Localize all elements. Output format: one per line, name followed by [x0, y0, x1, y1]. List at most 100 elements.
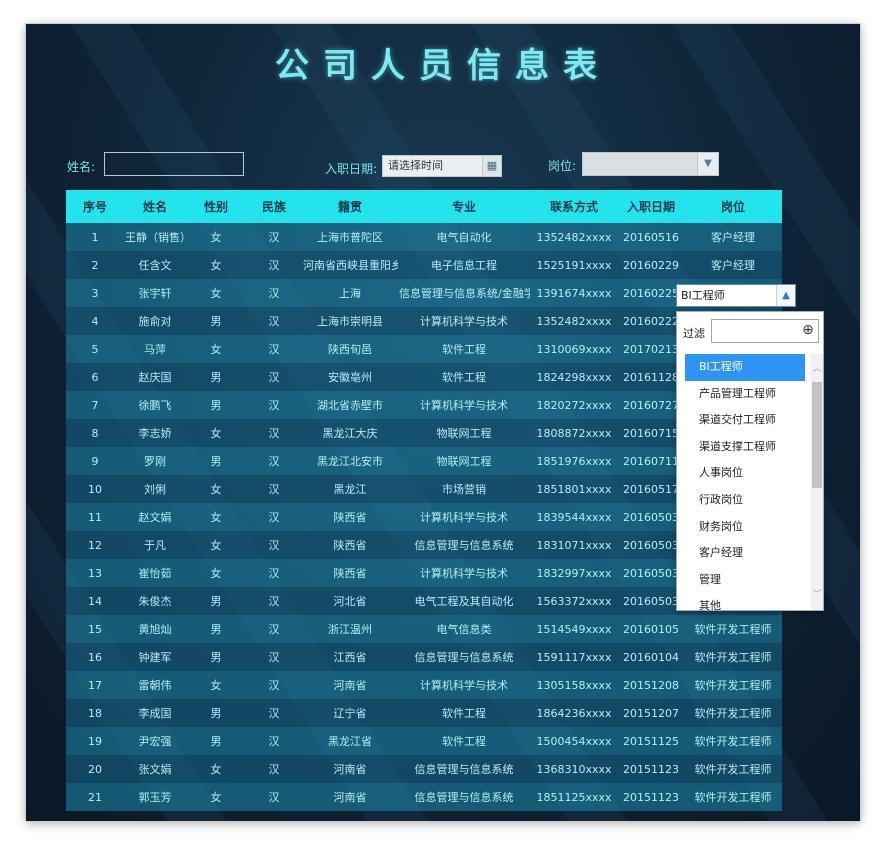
- table-cell: 女: [186, 251, 246, 279]
- header-cell[interactable]: 专业: [398, 190, 530, 223]
- dropdown-option[interactable]: 产品管理工程师: [685, 381, 805, 408]
- table-cell: 尹宏强: [124, 727, 186, 755]
- dropdown-option[interactable]: 行政岗位: [685, 487, 805, 514]
- name-filter-input[interactable]: [104, 152, 244, 176]
- position-cell-dropdown[interactable]: BI工程师 ▲: [676, 284, 796, 307]
- table-row[interactable]: 7 徐鹏飞男汉湖北省赤壁市 计算机科学与技术 1820272xxxx 20160727: [66, 391, 782, 419]
- table-cell: 12: [66, 531, 124, 559]
- table-cell: 3: [66, 279, 124, 307]
- position-filter-label: 岗位:: [548, 159, 577, 173]
- table-cell: 1525191xxxx: [530, 251, 618, 279]
- table-cell: 男: [186, 363, 246, 391]
- dropdown-option[interactable]: 客户经理: [685, 540, 805, 567]
- dropdown-option[interactable]: 财务岗位: [685, 514, 805, 541]
- dropdown-scrollbar[interactable]: ︿ ﹀: [811, 354, 823, 610]
- table-cell: 李成国: [124, 699, 186, 727]
- position-dropdown-panel: 过滤 ⊕ BI工程师 产品管理工程师 渠道交付工程师 渠道支撑工程师 人事岗位 行政岗位财…: [676, 311, 824, 612]
- chevron-up-icon[interactable]: ▲: [776, 285, 795, 306]
- chevron-down-icon[interactable]: ▼: [697, 153, 718, 175]
- date-filter-input[interactable]: 请选择时间 ▦: [382, 155, 502, 177]
- table-row[interactable]: 4 施俞对男汉上海市崇明县 计算机科学与技术 1352482xxxx 20160222: [66, 307, 782, 335]
- table-row[interactable]: 3 张宇轩女汉上海 信息管理与信息系统/金融学 1391674xxxx 20160225: [66, 279, 782, 307]
- table-cell: 江西省: [302, 643, 398, 671]
- header-cell[interactable]: 性别: [186, 190, 246, 223]
- dropdown-option[interactable]: 渠道支撑工程师: [685, 434, 805, 461]
- table-cell: 软件工程: [398, 363, 530, 391]
- dropdown-option[interactable]: 人事岗位: [685, 460, 805, 487]
- table-cell: 汉: [246, 643, 302, 671]
- scroll-down-icon[interactable]: ﹀: [811, 588, 823, 602]
- table-cell: 河南省: [302, 671, 398, 699]
- table-cell: 1851125xxxx: [530, 783, 618, 811]
- table-cell: 软件开发工程师: [684, 727, 782, 755]
- dropdown-option[interactable]: BI工程师: [685, 354, 805, 381]
- table-row[interactable]: 17 雷朝伟女汉河南省 计算机科学与技术 1305158xxxx 20151208 软件开…: [66, 671, 782, 699]
- table-cell: 20151125: [618, 727, 684, 755]
- table-row[interactable]: 5 马萍女汉陕西旬邑 软件工程 1310069xxxx 20170213: [66, 335, 782, 363]
- dropdown-option[interactable]: 渠道交付工程师: [685, 407, 805, 434]
- header-cell[interactable]: 民族: [246, 190, 302, 223]
- table-cell: 汉: [246, 475, 302, 503]
- table-cell: 安徽亳州: [302, 363, 398, 391]
- table-cell: 信息管理与信息系统: [398, 783, 530, 811]
- scroll-up-icon[interactable]: ︿: [811, 362, 823, 376]
- header-cell[interactable]: 姓名: [124, 190, 186, 223]
- header-cell[interactable]: 联系方式: [530, 190, 618, 223]
- table-row[interactable]: 12 于凡女汉陕西省 信息管理与信息系统 1831071xxxx 20160503: [66, 531, 782, 559]
- table-row[interactable]: 14 朱俊杰男汉河北省 电气工程及其自动化 1563372xxxx 20160503: [66, 587, 782, 615]
- table-row[interactable]: 18 李成国男汉辽宁省 软件工程 1864236xxxx 20151207 软件开发工程师: [66, 699, 782, 727]
- header-cell[interactable]: 岗位: [684, 190, 782, 223]
- table-row[interactable]: 10 刘俐女汉黑龙江 市场营销 1851801xxxx 20160517: [66, 475, 782, 503]
- table-row[interactable]: 19 尹宏强男汉黑龙江省 软件工程 1500454xxxx 20151125 软件开发工程…: [66, 727, 782, 755]
- table-row[interactable]: 20 张文娟女汉河南省 信息管理与信息系统 1368310xxxx 20151123 软件…: [66, 755, 782, 783]
- table-cell: 19: [66, 727, 124, 755]
- table-cell: 1563372xxxx: [530, 587, 618, 615]
- table-row[interactable]: 8 李志娇女汉黑龙江大庆 物联网工程 1808872xxxx 20160715: [66, 419, 782, 447]
- table-cell: 20: [66, 755, 124, 783]
- dropdown-option-list: BI工程师 产品管理工程师 渠道交付工程师 渠道支撑工程师 人事岗位 行政岗位 财务岗位 客户…: [685, 354, 805, 620]
- table-row[interactable]: 11 赵文娟女汉陕西省 计算机科学与技术 1839544xxxx 20160503: [66, 503, 782, 531]
- date-placeholder: 请选择时间: [388, 159, 443, 172]
- table-cell: 计算机科学与技术: [398, 503, 530, 531]
- table-cell: 20160516: [618, 223, 684, 251]
- table-row[interactable]: 21 郭玉芳女汉河南省 信息管理与信息系统 1851125xxxx 20151123 软件…: [66, 783, 782, 811]
- table-cell: 20160503: [618, 559, 684, 587]
- position-filter-select[interactable]: ▼: [582, 152, 719, 176]
- table-cell: 汉: [246, 335, 302, 363]
- table-row[interactable]: 1 王静（销售）女汉上海市普陀区 电气自动化 1352482xxxx 20160516 客…: [66, 223, 782, 251]
- table-cell: 王静（销售）: [124, 223, 186, 251]
- table-cell: 河北省: [302, 587, 398, 615]
- header-cell[interactable]: 入职日期: [618, 190, 684, 223]
- table-row[interactable]: 15 黄旭灿男汉浙江温州 电气信息类 1514549xxxx 20160105 软件开发工…: [66, 615, 782, 643]
- table-row[interactable]: 13 崔怡茹女汉陕西省 计算机科学与技术 1832997xxxx 20160503: [66, 559, 782, 587]
- table-cell: 崔怡茹: [124, 559, 186, 587]
- table-cell: 浙江温州: [302, 615, 398, 643]
- table-cell: 16: [66, 643, 124, 671]
- table-cell: 上海市崇明县: [302, 307, 398, 335]
- table-cell: 陕西旬邑: [302, 335, 398, 363]
- table-row[interactable]: 9 罗刚男汉黑龙江北安市 物联网工程 1851976xxxx 20160711: [66, 447, 782, 475]
- calendar-icon[interactable]: ▦: [482, 156, 501, 176]
- table-cell: 软件开发工程师: [684, 643, 782, 671]
- table-cell: 汉: [246, 727, 302, 755]
- dropdown-filter-input[interactable]: ⊕: [711, 319, 819, 343]
- table-cell: 上海: [302, 279, 398, 307]
- table-row[interactable]: 2 任含文女汉河南省西峡县重阳乡 电子信息工程 1525191xxxx 20160229…: [66, 251, 782, 279]
- table-cell: 4: [66, 307, 124, 335]
- table-cell: 女: [186, 419, 246, 447]
- table-row[interactable]: 16 钟建军男汉江西省 信息管理与信息系统 1591117xxxx 20160104 软件…: [66, 643, 782, 671]
- table-cell: 20160727: [618, 391, 684, 419]
- crosshair-icon[interactable]: ⊕: [800, 322, 816, 338]
- header-cell[interactable]: 籍贯: [302, 190, 398, 223]
- table-cell: 2: [66, 251, 124, 279]
- table-row[interactable]: 6 赵庆国男汉安徽亳州 软件工程 1824298xxxx 20161128: [66, 363, 782, 391]
- scroll-thumb[interactable]: [812, 382, 822, 488]
- table-cell: 1: [66, 223, 124, 251]
- dropdown-option[interactable]: 管理: [685, 567, 805, 594]
- header-cell[interactable]: 序号: [66, 190, 124, 223]
- table-cell: 7: [66, 391, 124, 419]
- table-cell: 张文娟: [124, 755, 186, 783]
- dropdown-option[interactable]: 其他: [685, 593, 805, 620]
- table-cell: 李志娇: [124, 419, 186, 447]
- table-cell: 1310069xxxx: [530, 335, 618, 363]
